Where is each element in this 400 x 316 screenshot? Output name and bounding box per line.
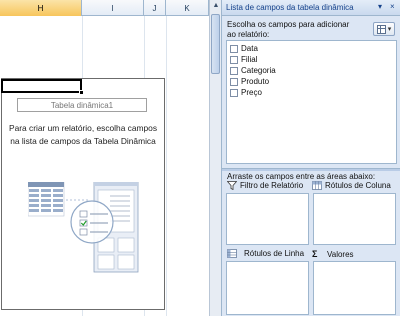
pivot-instructions: Para criar um relatório, escolha campos …: [8, 123, 158, 146]
active-cell[interactable]: [1, 79, 82, 93]
fill-handle[interactable]: [79, 90, 84, 95]
gridline: [166, 16, 167, 316]
row-labels-label: Rótulos de Linha: [227, 249, 304, 258]
vertical-scrollbar[interactable]: ▲: [209, 0, 221, 316]
choose-fields-label: Escolha os campos para adicionar ao rela…: [227, 20, 350, 39]
field-item-data[interactable]: Data: [230, 43, 258, 54]
field-checkbox[interactable]: [230, 66, 238, 75]
panel-close-icon[interactable]: ×: [390, 2, 395, 11]
values-label: Σ Valores: [312, 249, 354, 259]
column-header-k[interactable]: K: [166, 0, 209, 16]
layout-grid-icon: [376, 24, 386, 34]
field-layout-button[interactable]: ▾: [373, 22, 395, 36]
field-label: Categoria: [241, 66, 276, 75]
column-header-i[interactable]: I: [82, 0, 144, 16]
report-filter-text: Filtro de Relatório: [240, 181, 304, 190]
row-labels-icon: [227, 249, 237, 258]
field-checkbox[interactable]: [230, 77, 238, 86]
sigma-icon: Σ: [312, 249, 318, 259]
scroll-up-arrow-icon[interactable]: ▲: [212, 2, 220, 10]
row-labels-text: Rótulos de Linha: [244, 249, 305, 258]
field-item-preco[interactable]: Preço: [230, 87, 262, 98]
panel-title: Lista de campos da tabela dinâmica: [226, 3, 354, 12]
field-label: Filial: [241, 55, 258, 64]
pivot-illustration-icon: [28, 182, 139, 273]
column-labels-label: Rótulos de Coluna: [312, 181, 391, 190]
row-labels-dropzone[interactable]: [226, 261, 309, 315]
pivot-field-list-panel: Lista de campos da tabela dinâmica ▾ × E…: [221, 0, 400, 316]
drag-fields-label: Arraste os campos entre as áreas abaixo:: [227, 172, 376, 181]
field-checkbox[interactable]: [230, 44, 238, 53]
column-labels-icon: [312, 181, 322, 190]
column-labels-dropzone[interactable]: [313, 193, 396, 245]
scrollbar-thumb[interactable]: [211, 14, 220, 74]
column-header-j[interactable]: J: [144, 0, 166, 16]
column-labels-text: Rótulos de Coluna: [325, 181, 391, 190]
column-header-h[interactable]: H: [0, 0, 82, 16]
worksheet[interactable]: H I J K Tabela dinâmica1 Para criar um r…: [0, 0, 209, 316]
field-label: Data: [241, 44, 258, 53]
field-label: Preço: [241, 88, 262, 97]
report-filter-dropzone[interactable]: [226, 193, 309, 245]
panel-splitter[interactable]: [222, 168, 400, 171]
field-label: Produto: [241, 77, 270, 86]
field-list-box[interactable]: Data Filial Categoria Produto Preço: [226, 40, 397, 164]
panel-options-dropdown-icon[interactable]: ▾: [378, 2, 382, 11]
field-item-filial[interactable]: Filial: [230, 54, 257, 65]
panel-title-bar: Lista de campos da tabela dinâmica ▾ ×: [222, 0, 400, 16]
column-headers: H I J K: [0, 0, 209, 16]
pivot-table-name: Tabela dinâmica1: [17, 98, 147, 112]
field-item-produto[interactable]: Produto: [230, 76, 269, 87]
field-checkbox[interactable]: [230, 88, 238, 97]
field-item-categoria[interactable]: Categoria: [230, 65, 276, 76]
field-checkbox[interactable]: [230, 55, 238, 64]
report-filter-label: Filtro de Relatório: [227, 181, 303, 190]
filter-icon: [227, 181, 237, 190]
values-dropzone[interactable]: [313, 261, 396, 315]
values-text: Valores: [327, 249, 354, 259]
chevron-down-icon: ▾: [387, 26, 392, 33]
